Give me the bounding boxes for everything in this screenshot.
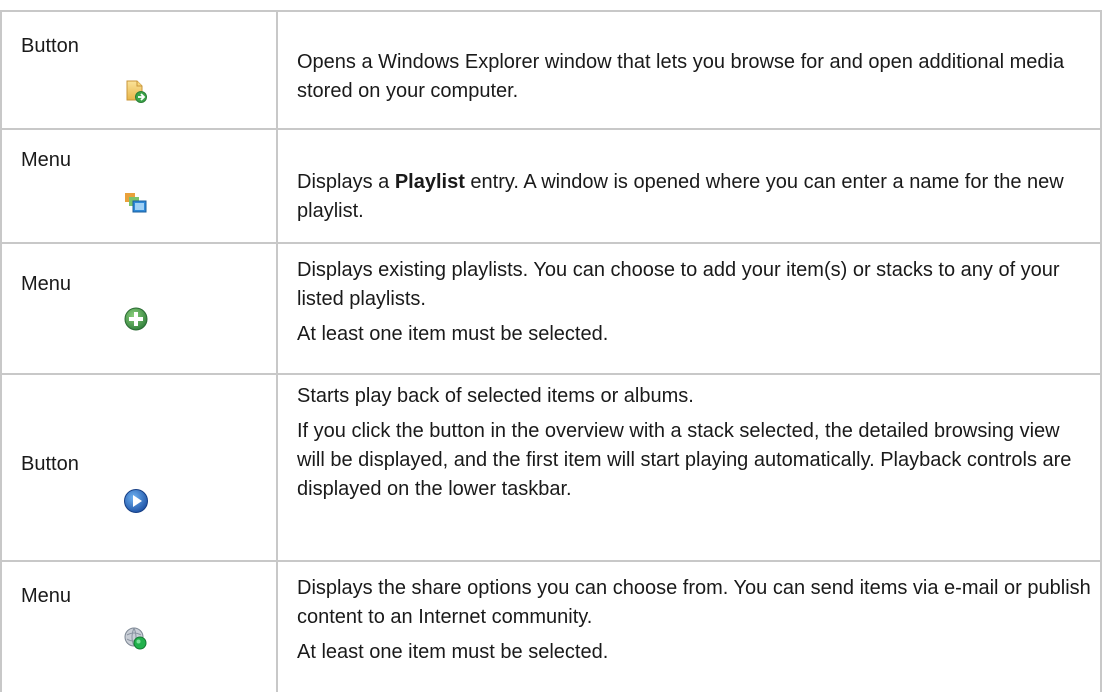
- note-text: At least one item must be selected.: [297, 641, 609, 663]
- description-text: Starts play back of selected items or al…: [297, 385, 694, 407]
- row-type-label: Button: [21, 453, 79, 475]
- table-border-top: [0, 10, 1102, 12]
- row-type-label: Menu: [21, 273, 72, 295]
- row-type-label: Menu: [21, 585, 72, 607]
- playlist-windows-icon: [123, 190, 149, 216]
- row-divider: [0, 242, 1102, 244]
- row-divider: [0, 373, 1102, 375]
- description-text: Displays the share options you can choos…: [297, 577, 1091, 628]
- reference-table: Button Opens a Windows Explorer window t…: [0, 0, 1102, 692]
- description-text: Displays existing playlists. You can cho…: [297, 259, 1060, 310]
- add-plus-icon: [123, 306, 149, 332]
- play-icon: [123, 488, 149, 514]
- folder-open-icon: [123, 78, 149, 104]
- row-description: Starts play back of selected items or al…: [297, 382, 1092, 504]
- row-type-label: Menu: [21, 149, 72, 171]
- playlist-term: Playlist: [394, 171, 465, 193]
- row-description: Displays existing playlists. You can cho…: [297, 256, 1092, 349]
- row-description: Displays the share options you can choos…: [297, 574, 1092, 667]
- note-text: At least one item must be selected.: [297, 323, 609, 345]
- row-divider: [0, 560, 1102, 562]
- description-text: Displays a Playlist entry. A window is o…: [297, 171, 1064, 222]
- table-border-left: [0, 10, 2, 692]
- share-globe-icon: [123, 626, 149, 652]
- description-text: If you click the button in the overview …: [297, 420, 1072, 500]
- row-type-label: Button: [21, 35, 79, 57]
- column-divider: [276, 10, 278, 692]
- row-divider: [0, 128, 1102, 130]
- row-description: Displays a Playlist entry. A window is o…: [297, 168, 1092, 226]
- row-description: Opens a Windows Explorer window that let…: [297, 48, 1092, 106]
- description-text: Opens a Windows Explorer window that let…: [297, 51, 1065, 102]
